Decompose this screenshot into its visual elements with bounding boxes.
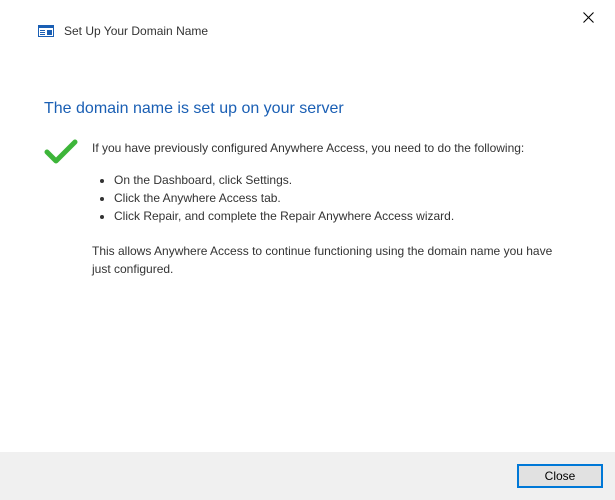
list-item: On the Dashboard, click Settings. xyxy=(114,171,571,189)
page-heading: The domain name is set up on your server xyxy=(44,100,571,118)
close-icon xyxy=(583,12,594,23)
wizard-content: The domain name is set up on your server… xyxy=(0,48,615,278)
close-button-label: Close xyxy=(545,469,576,483)
intro-text: If you have previously configured Anywhe… xyxy=(92,140,571,157)
wizard-title: Set Up Your Domain Name xyxy=(64,24,208,38)
window-close-button[interactable] xyxy=(573,5,603,29)
body-text: If you have previously configured Anywhe… xyxy=(92,140,571,278)
steps-list: On the Dashboard, click Settings. Click … xyxy=(92,171,571,225)
list-item: Click the Anywhere Access tab. xyxy=(114,189,571,207)
list-item: Click Repair, and complete the Repair An… xyxy=(114,207,571,225)
wizard-header: Set Up Your Domain Name xyxy=(0,0,615,48)
close-button[interactable]: Close xyxy=(517,464,603,488)
success-checkmark-icon xyxy=(44,138,78,166)
wizard-footer: Close xyxy=(0,452,615,500)
outro-text: This allows Anywhere Access to continue … xyxy=(92,243,571,278)
wizard-icon xyxy=(38,23,54,39)
